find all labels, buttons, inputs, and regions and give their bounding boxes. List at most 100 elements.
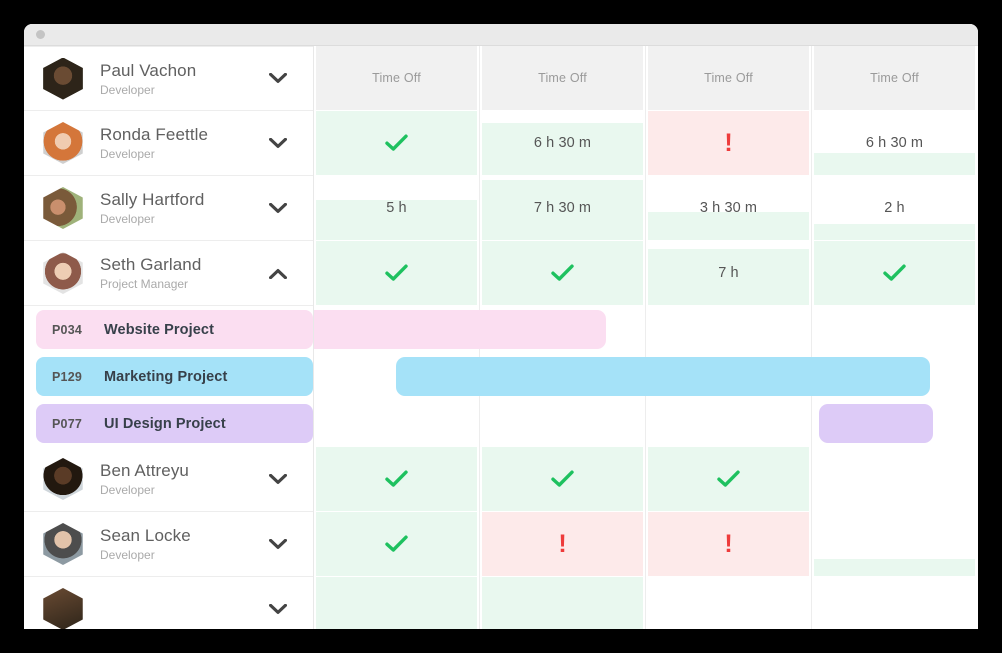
people-sidebar: Paul VachonDeveloperRonda FeettleDevelop… — [24, 46, 314, 629]
person-info: Ronda FeettleDeveloper — [100, 124, 269, 162]
avatar — [42, 58, 84, 100]
timeline-cell[interactable]: 5 h — [316, 176, 477, 240]
person-info: Sean LockeDeveloper — [100, 525, 269, 563]
timeline-area: Time OffTime OffTime OffTime Off6 h 30 m… — [314, 46, 978, 629]
timeline-row — [314, 577, 978, 629]
timeline-cell[interactable]: 6 h 30 m — [482, 111, 643, 175]
person-row[interactable]: Sally HartfordDeveloper — [24, 176, 313, 241]
cell-fill-bar — [814, 559, 975, 576]
person-role: Project Manager — [100, 276, 269, 292]
cell-hours-label: 7 h 30 m — [482, 200, 643, 216]
avatar — [42, 458, 84, 500]
timeline-cell[interactable] — [316, 111, 477, 175]
cell-hours-label: 7 h — [648, 265, 809, 281]
schedule-grid: Time OffTime OffTime OffTime Off6 h 30 m… — [24, 46, 978, 629]
chevron-down-icon[interactable] — [269, 470, 287, 488]
timeline-cell[interactable]: 7 h 30 m — [482, 176, 643, 240]
timeline-cell[interactable]: 6 h 30 m — [814, 111, 975, 175]
timeline-cell[interactable]: Time Off — [814, 46, 975, 110]
timeline-cell[interactable]: Time Off — [482, 46, 643, 110]
person-name: Sally Hartford — [100, 189, 269, 210]
chevron-down-icon[interactable] — [269, 70, 287, 88]
person-info: Paul VachonDeveloper — [100, 60, 269, 98]
cell-fill-bar — [316, 577, 477, 629]
gantt-bar[interactable] — [396, 357, 931, 396]
chevron-down-icon[interactable] — [269, 134, 287, 152]
person-name: Ben Attreyu — [100, 460, 269, 481]
avatar — [42, 122, 84, 164]
project-code: P129 — [52, 370, 104, 384]
timeline-cell[interactable] — [814, 241, 975, 305]
check-icon — [814, 264, 975, 286]
timeline-row: 6 h 30 m! 6 h 30 m — [314, 111, 978, 176]
avatar — [42, 187, 84, 229]
check-icon — [482, 264, 643, 286]
person-row[interactable]: Sean LockeDeveloper — [24, 512, 313, 577]
timeline-cell[interactable] — [316, 241, 477, 305]
project-name: Marketing Project — [104, 369, 227, 385]
avatar — [42, 252, 84, 294]
timeline-cell[interactable]: 3 h 30 m — [648, 176, 809, 240]
column-header-label: Time Off — [870, 71, 919, 85]
check-icon — [648, 470, 809, 492]
person-role: Developer — [100, 82, 269, 98]
timeline-cell[interactable] — [648, 447, 809, 511]
window-control-dot[interactable] — [36, 30, 45, 39]
chevron-up-icon[interactable] — [269, 264, 287, 282]
timeline-cell[interactable] — [814, 577, 975, 629]
person-name: Ronda Feettle — [100, 124, 269, 145]
person-role: Developer — [100, 482, 269, 498]
check-icon — [316, 470, 477, 492]
timeline-cell[interactable]: 7 h — [648, 241, 809, 305]
timeline-row: 5 h 7 h 30 m 3 h 30 m2 h — [314, 176, 978, 241]
timeline-cell[interactable] — [814, 512, 975, 576]
project-pill[interactable]: P034Website Project — [36, 310, 313, 349]
timeline-row: 7 h — [314, 241, 978, 306]
timeline-row — [314, 447, 978, 512]
person-row[interactable]: Paul VachonDeveloper — [24, 46, 313, 111]
project-pill[interactable]: P129Marketing Project — [36, 357, 313, 396]
cell-fill-bar — [814, 224, 975, 240]
gantt-row — [314, 306, 978, 353]
project-row[interactable]: P077UI Design Project — [24, 400, 313, 447]
app-window: Time OffTime OffTime OffTime Off6 h 30 m… — [24, 24, 978, 629]
timeline-cell[interactable] — [482, 447, 643, 511]
timeline-cell[interactable]: Time Off — [648, 46, 809, 110]
timeline-cell[interactable] — [648, 577, 809, 629]
person-row[interactable]: Ben AttreyuDeveloper — [24, 447, 313, 512]
timeline-cell[interactable]: ! — [482, 512, 643, 576]
cell-hours-label: 6 h 30 m — [814, 135, 975, 151]
alert-icon: ! — [648, 131, 809, 156]
project-name: Website Project — [104, 322, 214, 338]
timeline-cell[interactable]: ! — [648, 512, 809, 576]
timeline-cell[interactable] — [316, 512, 477, 576]
column-header-label: Time Off — [538, 71, 587, 85]
timeline-cell[interactable]: Time Off — [316, 46, 477, 110]
person-info — [100, 609, 269, 610]
person-row[interactable]: Seth GarlandProject Manager — [24, 241, 313, 306]
timeline-cell[interactable] — [814, 447, 975, 511]
person-row-partial[interactable] — [24, 577, 313, 629]
project-row[interactable]: P034Website Project — [24, 306, 313, 353]
alert-icon: ! — [648, 532, 809, 557]
timeline-cell[interactable] — [482, 577, 643, 629]
cell-fill-bar — [814, 153, 975, 175]
cell-hours-label: 6 h 30 m — [482, 135, 643, 151]
chevron-down-icon[interactable] — [269, 600, 287, 618]
timeline-cell[interactable] — [316, 447, 477, 511]
project-pill[interactable]: P077UI Design Project — [36, 404, 313, 443]
chevron-down-icon[interactable] — [269, 535, 287, 553]
project-name: UI Design Project — [104, 416, 226, 432]
project-row[interactable]: P129Marketing Project — [24, 353, 313, 400]
timeline-cell[interactable]: ! — [648, 111, 809, 175]
chevron-down-icon[interactable] — [269, 199, 287, 217]
timeline-cell[interactable]: 2 h — [814, 176, 975, 240]
gantt-bar[interactable] — [819, 404, 933, 443]
timeline-cell[interactable] — [482, 241, 643, 305]
gantt-bar[interactable] — [314, 310, 606, 349]
check-icon — [316, 264, 477, 286]
avatar — [42, 523, 84, 565]
person-row[interactable]: Ronda FeettleDeveloper — [24, 111, 313, 176]
timeline-cell[interactable] — [316, 577, 477, 629]
project-code: P077 — [52, 417, 104, 431]
